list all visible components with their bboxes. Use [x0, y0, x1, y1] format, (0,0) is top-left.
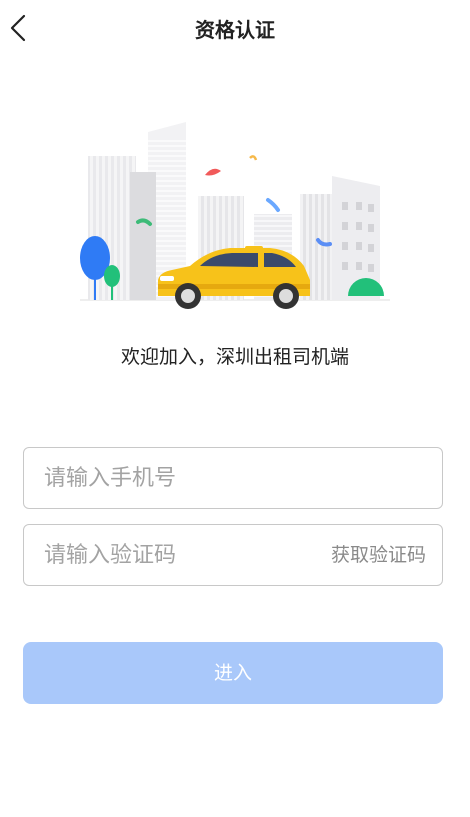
header-bar: 资格认证	[0, 0, 470, 56]
verification-code-input[interactable]	[44, 525, 314, 585]
page-title: 资格认证	[195, 18, 275, 42]
welcome-text: 欢迎加入，深圳出租司机端	[120, 346, 349, 368]
taxi-city-illustration	[80, 122, 390, 309]
phone-field[interactable]	[23, 447, 443, 509]
verification-code-field[interactable]: 获取验证码	[23, 524, 443, 586]
enter-button[interactable]: 进入	[23, 642, 443, 704]
get-code-button[interactable]: 获取验证码	[331, 525, 426, 585]
phone-input[interactable]	[44, 448, 424, 508]
